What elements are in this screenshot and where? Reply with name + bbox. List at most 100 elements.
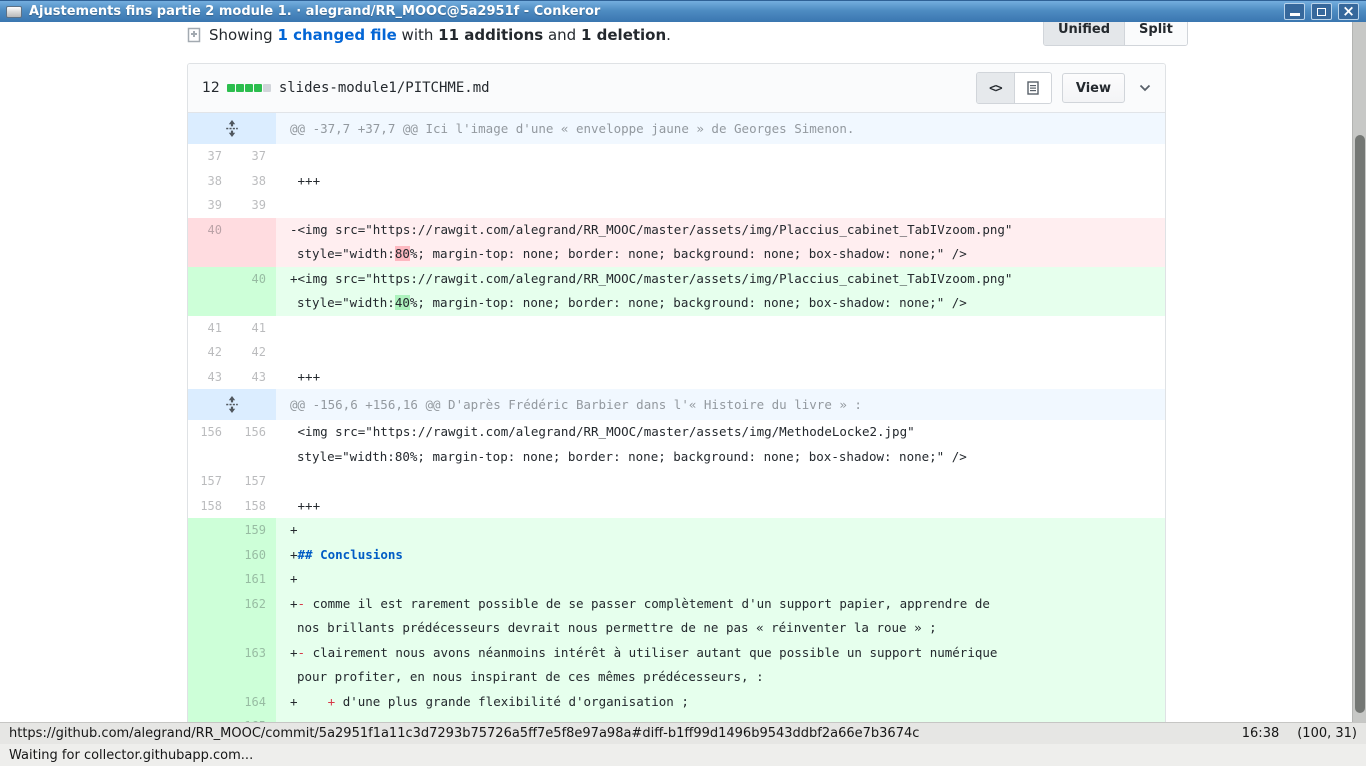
new-line-number[interactable]: 39 <box>232 193 276 218</box>
code-line: +<img src="https://rawgit.com/alegrand/R… <box>276 267 1165 292</box>
diffstat-gray-block <box>263 84 271 92</box>
unfold-icon[interactable] <box>188 113 276 144</box>
diff-row: 4141 <box>188 316 1165 341</box>
new-line-number[interactable]: 164 <box>232 690 276 715</box>
new-line-number[interactable]: 163 <box>232 641 276 690</box>
hunk-header-text: @@ -156,6 +156,16 @@ D'après Frédéric Ba… <box>276 389 1165 420</box>
changed-file-link[interactable]: 1 changed file <box>277 26 396 44</box>
code-cell: +## Conclusions <box>276 543 1165 568</box>
diff-row: 159+ <box>188 518 1165 543</box>
new-line-number[interactable]: 43 <box>232 365 276 390</box>
old-line-number[interactable]: 41 <box>188 316 232 341</box>
diff-row: 158158 +++ <box>188 494 1165 519</box>
diff-row: 40 -<img src="https://rawgit.com/alegrand… <box>188 218 1165 267</box>
hunk-header-row: @@ -37,7 +37,7 @@ Ici l'image d'une « en… <box>188 113 1165 144</box>
code-line: + <box>276 714 1165 722</box>
diff-row: 164+ + d'une plus grande flexibilité d'o… <box>188 690 1165 715</box>
hunk-header-text: @@ -37,7 +37,7 @@ Ici l'image d'une « en… <box>276 113 1165 144</box>
new-line-number[interactable]: 156 <box>232 420 276 469</box>
new-line-number[interactable]: 157 <box>232 469 276 494</box>
diff-row: 157157 <box>188 469 1165 494</box>
code-cell: <img src="https://rawgit.com/alegrand/RR… <box>276 420 1165 469</box>
old-line-number[interactable]: 40 <box>188 218 232 267</box>
old-line-number[interactable] <box>188 267 232 316</box>
new-line-number[interactable]: 40 <box>232 267 276 316</box>
old-line-number[interactable]: 156 <box>188 420 232 469</box>
old-line-number[interactable] <box>188 690 232 715</box>
diff-row: 162+- comme il est rarement possible de … <box>188 592 1165 641</box>
unfold-icon[interactable] <box>188 389 276 420</box>
deletions-count: 1 deletion <box>581 26 666 44</box>
diff-view-toggle: Unified Split <box>1043 22 1188 46</box>
unified-toggle-button[interactable]: Unified <box>1044 22 1124 45</box>
changes-count: 12 <box>202 80 220 96</box>
summary-text: Showing 1 changed file with 11 additions… <box>209 26 671 44</box>
code-line: +++ <box>276 169 1165 194</box>
scrollbar-thumb[interactable] <box>1355 135 1365 713</box>
window-icon <box>6 6 22 18</box>
new-line-number[interactable]: 159 <box>232 518 276 543</box>
github-commit-page: Unified Split Showing 1 changed file wit… <box>0 22 1352 722</box>
code-cell: +++ <box>276 169 1165 194</box>
statusbar-url-row: https://github.com/alegrand/RR_MOOC/comm… <box>0 722 1366 744</box>
file-path[interactable]: slides-module1/PITCHME.md <box>279 80 490 96</box>
old-line-number[interactable]: 43 <box>188 365 232 390</box>
file-options-button[interactable] <box>1139 84 1151 92</box>
new-line-number[interactable]: 37 <box>232 144 276 169</box>
split-toggle-button[interactable]: Split <box>1124 22 1187 45</box>
old-line-number[interactable] <box>188 641 232 690</box>
old-line-number[interactable] <box>188 714 232 722</box>
minimize-icon <box>1290 13 1300 16</box>
code-cell: +- clairement nous avons néanmoins intér… <box>276 641 1165 690</box>
diff-render-toggle: <> <box>976 72 1052 104</box>
restore-button[interactable] <box>1311 3 1332 20</box>
code-cell: + <box>276 714 1165 722</box>
source-diff-button[interactable]: <> <box>977 73 1014 103</box>
window-titlebar[interactable]: Ajustements fins partie 2 module 1. · al… <box>0 0 1366 22</box>
diffstat-green-block <box>227 84 235 92</box>
old-line-number[interactable] <box>188 518 232 543</box>
view-file-button[interactable]: View <box>1062 73 1125 103</box>
code-line: style="width:80%; margin-top: none; bord… <box>276 445 1165 470</box>
diff-row: 4343 +++ <box>188 365 1165 390</box>
diff-row: 3737 <box>188 144 1165 169</box>
old-line-number[interactable]: 38 <box>188 169 232 194</box>
old-line-number[interactable] <box>188 567 232 592</box>
code-cell: -<img src="https://rawgit.com/alegrand/R… <box>276 218 1165 267</box>
new-line-number[interactable]: 42 <box>232 340 276 365</box>
new-line-number[interactable]: 41 <box>232 316 276 341</box>
new-line-number[interactable]: 158 <box>232 494 276 519</box>
rich-diff-button[interactable] <box>1014 73 1051 103</box>
old-line-number[interactable]: 158 <box>188 494 232 519</box>
code-cell: + <box>276 567 1165 592</box>
changed-files-summary: Showing 1 changed file with 11 additions… <box>187 25 671 45</box>
vertical-scrollbar[interactable] <box>1352 22 1366 722</box>
close-button[interactable]: × <box>1338 3 1359 20</box>
old-line-number[interactable] <box>188 543 232 568</box>
new-line-number[interactable]: 38 <box>232 169 276 194</box>
code-line: -<img src="https://rawgit.com/alegrand/R… <box>276 218 1165 243</box>
code-line: pour profiter, en nous inspirant de ces … <box>276 665 1165 690</box>
code-line: +++ <box>276 365 1165 390</box>
code-cell: + + d'une plus grande flexibilité d'orga… <box>276 690 1165 715</box>
new-line-number[interactable] <box>232 218 276 267</box>
new-line-number[interactable]: 165 <box>232 714 276 722</box>
minimize-button[interactable] <box>1284 3 1305 20</box>
code-cell: +- comme il est rarement possible de se … <box>276 592 1165 641</box>
new-line-number[interactable]: 162 <box>232 592 276 641</box>
code-line <box>276 193 1165 218</box>
old-line-number[interactable]: 157 <box>188 469 232 494</box>
diff-icon <box>187 27 202 43</box>
additions-count: 11 additions <box>438 26 543 44</box>
new-line-number[interactable]: 161 <box>232 567 276 592</box>
old-line-number[interactable] <box>188 592 232 641</box>
statusbar-message-row: Waiting for collector.githubapp.com... <box>0 744 1366 766</box>
new-line-number[interactable]: 160 <box>232 543 276 568</box>
diff-row: 4242 <box>188 340 1165 365</box>
chevron-down-icon <box>1139 84 1151 92</box>
old-line-number[interactable]: 42 <box>188 340 232 365</box>
document-icon <box>1027 81 1039 95</box>
diff-table: @@ -37,7 +37,7 @@ Ici l'image d'une « en… <box>188 113 1165 722</box>
old-line-number[interactable]: 37 <box>188 144 232 169</box>
old-line-number[interactable]: 39 <box>188 193 232 218</box>
